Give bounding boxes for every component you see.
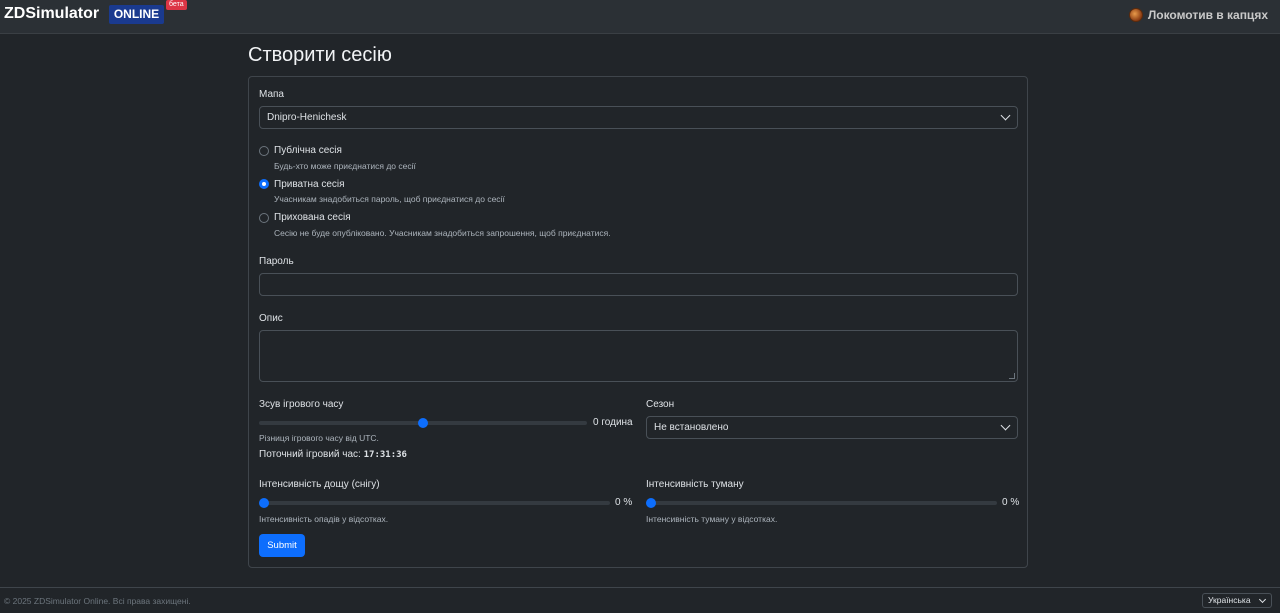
resize-handle-icon[interactable] [1009, 373, 1015, 379]
rain-intensity-label: Інтенсивність дощу (снігу) [259, 479, 380, 490]
map-select[interactable]: Dnipro-Henichesk [259, 106, 1018, 129]
public-session-help: Будь-хто може приєднатися до сесії [274, 161, 416, 171]
locomotive-avatar-icon [1128, 8, 1143, 22]
public-session-radio[interactable] [259, 146, 269, 156]
public-session-label[interactable]: Публічна сесія [274, 145, 342, 156]
beta-badge: бета [166, 0, 187, 10]
time-offset-value: 0 година [593, 417, 633, 428]
private-session-help: Учасникам знадобиться пароль, щоб приєдн… [274, 194, 505, 204]
top-navbar: ZDSimulator ONLINE бета Локомотив в капц… [0, 0, 1280, 34]
fog-intensity-slider-thumb[interactable] [646, 498, 656, 508]
password-label: Пароль [259, 256, 294, 267]
brand-online-badge: ONLINE [109, 5, 164, 24]
brand-logo[interactable]: ZDSimulator [4, 5, 99, 23]
user-name: Локомотив в капцях [1147, 8, 1268, 22]
current-game-time-label: Поточний ігровий час: [259, 449, 361, 460]
fog-intensity-help: Інтенсивність туману у відсотках. [646, 514, 778, 524]
season-label: Сезон [646, 399, 675, 410]
rain-intensity-value: 0 % [615, 497, 633, 508]
private-session-label[interactable]: Приватна сесія [274, 179, 345, 190]
fog-intensity-slider[interactable] [646, 501, 997, 505]
hidden-session-label[interactable]: Прихована сесія [274, 212, 351, 223]
footer-copyright: © 2025 ZDSimulator Online. Всі права зах… [4, 596, 191, 606]
create-session-form: Мапа Dnipro-Henichesk Публічна сесія Буд… [248, 76, 1028, 568]
season-select-value: Не встановлено [654, 422, 729, 433]
password-input[interactable] [259, 273, 1018, 296]
submit-button[interactable]: Submit [259, 534, 305, 557]
rain-intensity-slider-thumb[interactable] [259, 498, 269, 508]
rain-intensity-help: Інтенсивність опадів у відсотках. [259, 514, 389, 524]
fog-intensity-label: Інтенсивність туману [646, 479, 744, 490]
user-menu[interactable]: Локомотив в капцях [1128, 7, 1268, 23]
time-offset-help: Різниця ігрового часу від UTC. [259, 433, 379, 443]
language-select[interactable]: Українська [1202, 593, 1272, 608]
language-select-value: Українська [1208, 595, 1251, 605]
hidden-session-help: Сесію не буде опубліковано. Учасникам зн… [274, 228, 611, 238]
private-session-radio[interactable] [259, 179, 269, 189]
time-offset-label: Зсув ігрового часу [259, 399, 344, 410]
hidden-session-radio[interactable] [259, 213, 269, 223]
chevron-down-icon [1000, 420, 1011, 431]
footer: © 2025 ZDSimulator Online. Всі права зах… [0, 587, 1280, 613]
chevron-down-icon [1000, 110, 1011, 121]
time-offset-slider-thumb[interactable] [418, 418, 428, 428]
current-game-time: Поточний ігровий час: 17:31:36 [259, 449, 407, 460]
description-textarea[interactable] [259, 330, 1018, 382]
rain-intensity-slider[interactable] [259, 501, 610, 505]
fog-intensity-value: 0 % [1002, 497, 1020, 508]
page-title: Створити сесію [248, 44, 392, 66]
map-label: Мапа [259, 89, 284, 100]
chevron-down-icon [1258, 595, 1267, 604]
map-select-value: Dnipro-Henichesk [267, 112, 347, 123]
description-label: Опис [259, 313, 283, 324]
season-select[interactable]: Не встановлено [646, 416, 1018, 439]
current-game-time-value: 17:31:36 [363, 450, 407, 460]
